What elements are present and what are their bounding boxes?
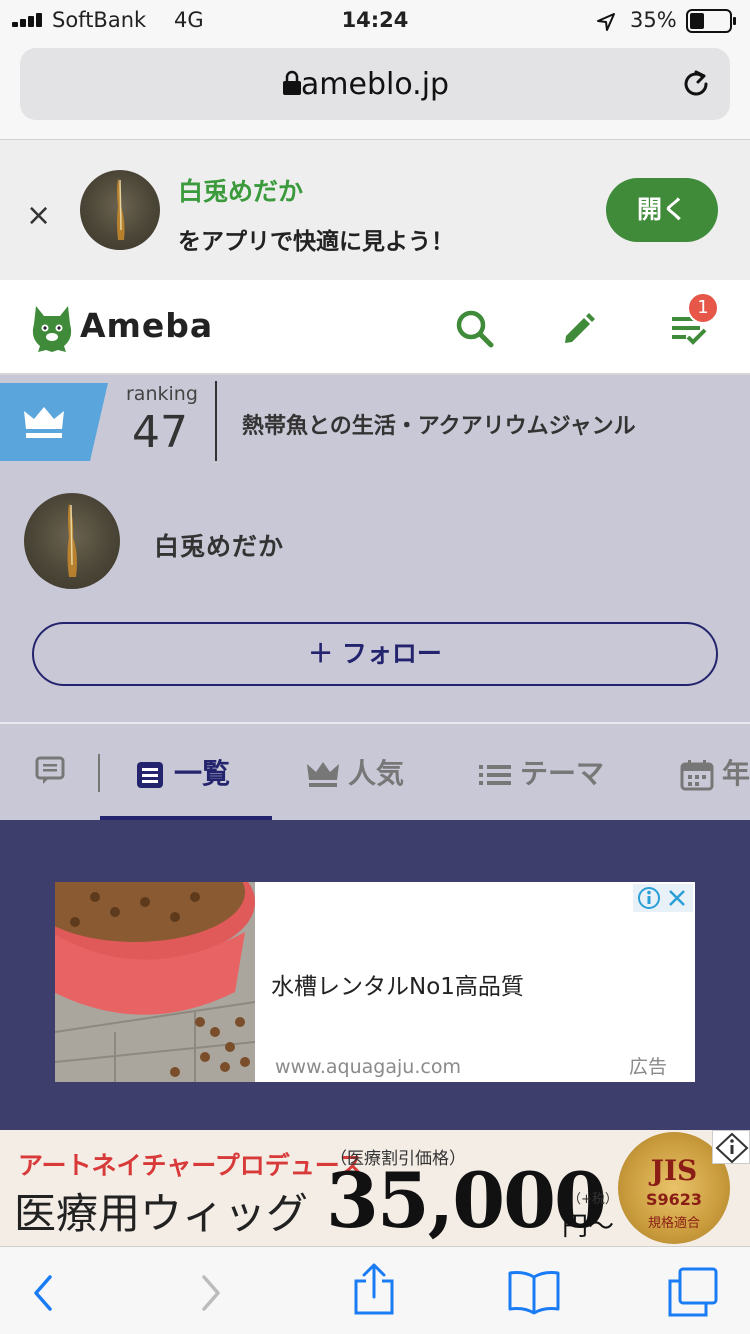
logo-text[interactable]: Ameba bbox=[80, 306, 213, 345]
follow-button[interactable]: ＋ フォロー bbox=[32, 622, 718, 686]
ad-card[interactable]: 水槽レンタルNo1高品質 www.aquagaju.com 広告 bbox=[55, 882, 695, 1082]
site-header: Ameba 1 bbox=[0, 280, 750, 375]
notification-badge: 1 bbox=[687, 292, 719, 324]
banner-subtitle: をアプリで快適に見よう！ bbox=[178, 229, 454, 255]
tab-top[interactable] bbox=[34, 752, 74, 786]
tab-list-label: 一覧 bbox=[174, 757, 231, 790]
tab-theme-label: テーマ bbox=[520, 757, 605, 790]
banner-ad-tagline: アートネイチャープロデュース bbox=[18, 1151, 364, 1180]
calendar-icon bbox=[680, 760, 714, 791]
profile-avatar[interactable] bbox=[24, 493, 120, 589]
ameba-logo-icon[interactable] bbox=[30, 302, 74, 354]
banner-title: 白兎めだか bbox=[178, 177, 304, 206]
status-bar: SoftBank 4G 14:24 35% bbox=[0, 0, 750, 40]
tab-bar: 一覧 人気 テーマ 年 bbox=[0, 722, 750, 820]
bookmarks-icon[interactable] bbox=[506, 1269, 562, 1315]
list-icon bbox=[479, 765, 511, 785]
tab-popular-label: 人気 bbox=[348, 757, 405, 790]
reload-icon[interactable] bbox=[680, 68, 712, 100]
tab-archive-label: 年 bbox=[722, 757, 750, 790]
ranking-label: ranking bbox=[126, 383, 198, 405]
divider bbox=[215, 381, 217, 461]
battery-percent: 35% bbox=[630, 8, 677, 32]
ad-choices[interactable] bbox=[633, 884, 693, 912]
close-icon[interactable]: × bbox=[26, 198, 51, 233]
tab-list[interactable]: 一覧 bbox=[134, 752, 230, 792]
crown-icon bbox=[307, 762, 339, 787]
ad-choices-icon[interactable] bbox=[712, 1130, 750, 1164]
ranking-crown-icon bbox=[0, 383, 108, 461]
open-app-button[interactable]: 開く bbox=[606, 178, 718, 242]
document-icon bbox=[137, 762, 163, 788]
ad-label: 広告 bbox=[629, 1056, 668, 1078]
forward-icon[interactable] bbox=[198, 1273, 224, 1313]
close-icon[interactable] bbox=[667, 888, 687, 908]
seal-code: S9623 bbox=[645, 1190, 703, 1209]
ranking-genre[interactable]: 熱帯魚との生活・アクアリウムジャンル bbox=[242, 408, 636, 440]
tab-popular[interactable]: 人気 bbox=[306, 752, 404, 792]
url-text: ameblo.jp bbox=[300, 67, 450, 102]
banner-ad-tax: （+税） bbox=[568, 1192, 618, 1207]
info-icon[interactable] bbox=[637, 886, 661, 910]
browser-toolbar bbox=[0, 1246, 750, 1334]
ad-headline[interactable]: 水槽レンタルNo1高品質 bbox=[271, 967, 524, 1001]
address-bar[interactable]: ameblo.jp bbox=[20, 48, 730, 120]
blog-profile: ranking 47 熱帯魚との生活・アクアリウムジャンル 白兎めだか ＋ フォ… bbox=[0, 375, 750, 722]
seal-text: 規格適合 bbox=[647, 1216, 700, 1231]
ad-image[interactable] bbox=[55, 882, 255, 1082]
share-icon[interactable] bbox=[352, 1263, 396, 1315]
tabs-icon[interactable] bbox=[666, 1267, 720, 1317]
avatar bbox=[80, 170, 160, 250]
message-icon bbox=[35, 756, 65, 784]
divider bbox=[98, 754, 100, 792]
tab-theme[interactable]: テーマ bbox=[478, 752, 604, 792]
battery-icon bbox=[686, 9, 736, 33]
content-area: 水槽レンタルNo1高品質 www.aquagaju.com 広告 bbox=[0, 820, 750, 1130]
tab-archive[interactable]: 年 bbox=[680, 752, 750, 792]
blogger-name[interactable]: 白兎めだか bbox=[154, 527, 284, 563]
search-icon[interactable] bbox=[455, 309, 495, 349]
banner-ad-yen: 円〜 bbox=[562, 1212, 615, 1242]
location-icon bbox=[597, 13, 615, 31]
banner-ad-product: 医療用ウィッグ bbox=[14, 1189, 309, 1238]
back-icon[interactable] bbox=[30, 1273, 56, 1313]
ranking-value: 47 bbox=[132, 407, 188, 458]
banner-ad[interactable]: アートネイチャープロデュース （医療割引価格） 医療用ウィッグ 35,000 （… bbox=[0, 1130, 750, 1246]
app-banner: × 白兎めだか をアプリで快適に見よう！ 開く bbox=[0, 140, 750, 280]
ad-url[interactable]: www.aquagaju.com bbox=[275, 1056, 461, 1078]
pen-icon[interactable] bbox=[562, 312, 596, 346]
